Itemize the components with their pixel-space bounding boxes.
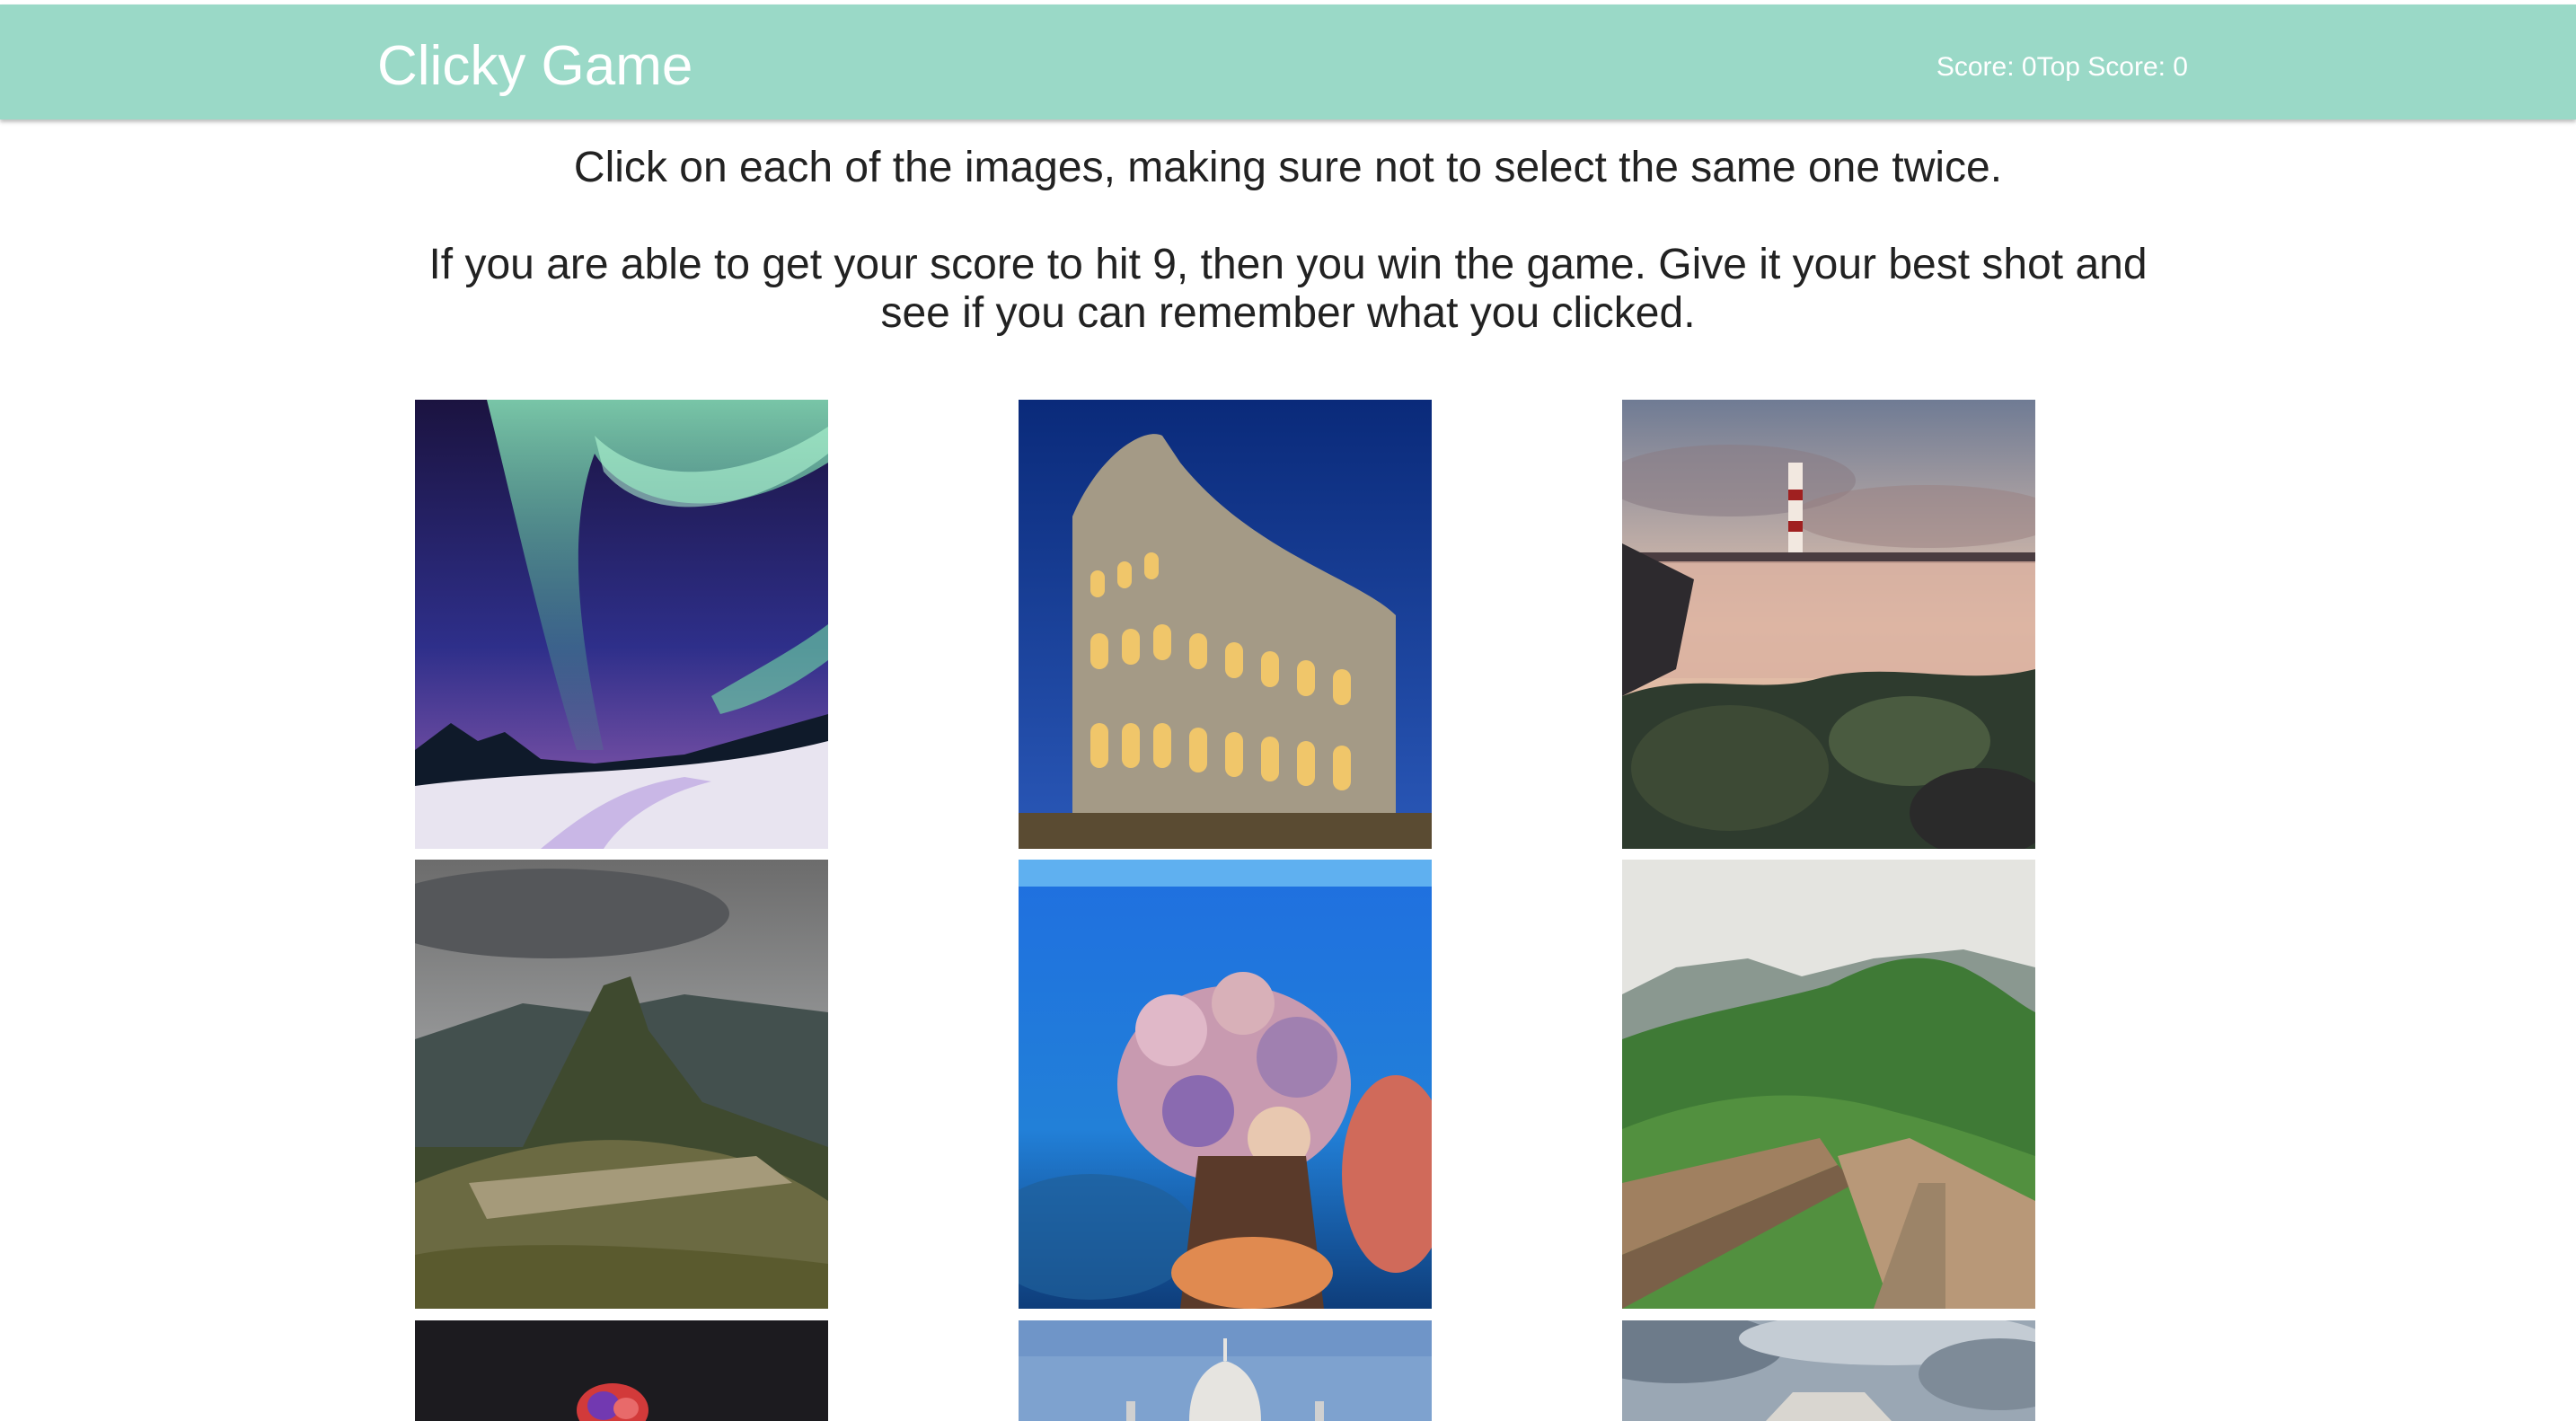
aurora-borealis-image[interactable] bbox=[415, 400, 828, 849]
machu-picchu-image[interactable] bbox=[415, 860, 828, 1309]
cloudy-landmark-image[interactable] bbox=[1622, 1320, 2035, 1421]
taj-mahal-image[interactable] bbox=[1019, 1320, 1432, 1421]
great-wall-image[interactable] bbox=[1622, 860, 2035, 1309]
colosseum-image[interactable] bbox=[1019, 400, 1432, 849]
lighthouse-image[interactable] bbox=[1622, 400, 2035, 849]
dark-volcano-image[interactable] bbox=[415, 1320, 828, 1421]
image-grid bbox=[0, 0, 2576, 1421]
coral-reef-image[interactable] bbox=[1019, 860, 1432, 1309]
